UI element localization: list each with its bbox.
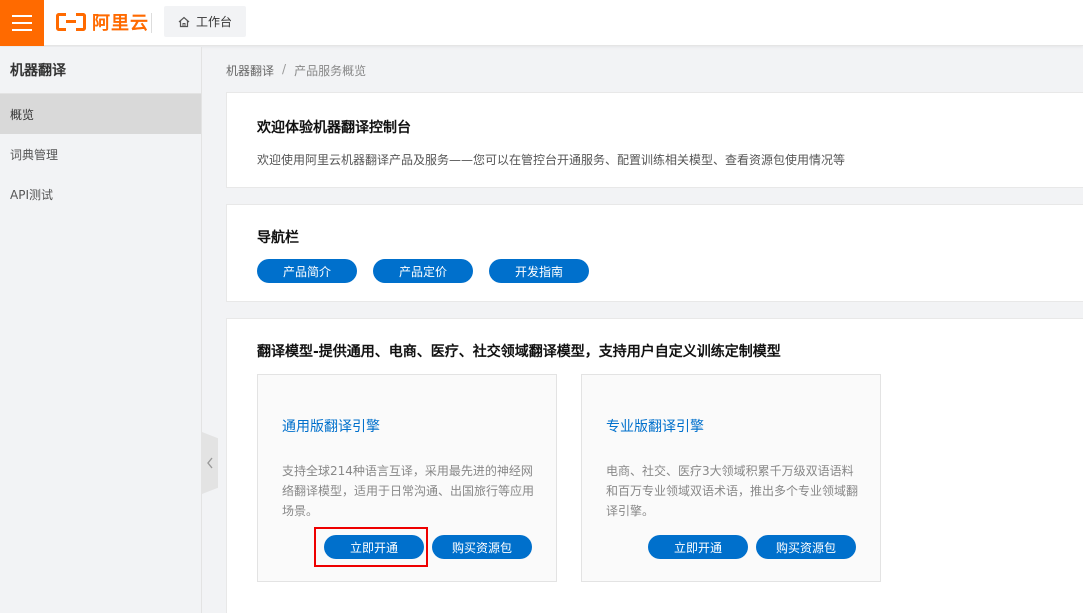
hamburger-menu-button[interactable] bbox=[0, 0, 44, 46]
workbench-label: 工作台 bbox=[195, 15, 232, 29]
hamburger-line bbox=[12, 15, 32, 17]
product-pricing-button[interactable]: 产品定价 bbox=[373, 259, 473, 283]
professional-engine-description: 电商、社交、医疗3大领域积累千万级双语语料和百万专业领域双语术语，推出多个专业领… bbox=[606, 464, 859, 518]
highlight-box bbox=[314, 527, 428, 567]
general-buy-package-button[interactable]: 购买资源包 bbox=[432, 535, 532, 559]
general-engine-title[interactable]: 通用版翻译引擎 bbox=[282, 416, 380, 436]
sidebar-title: 机器翻译 bbox=[0, 47, 201, 94]
chevron-left-icon bbox=[207, 457, 213, 469]
divider bbox=[151, 13, 152, 33]
professional-engine-title[interactable]: 专业版翻译引擎 bbox=[606, 416, 704, 436]
sidebar-item-dictionary[interactable]: 词典管理 bbox=[0, 134, 201, 174]
top-bar: 阿里云 工作台 bbox=[0, 0, 1083, 46]
navigation-title: 导航栏 bbox=[257, 230, 299, 246]
workbench-button[interactable]: 工作台 bbox=[164, 6, 246, 37]
sidebar: 机器翻译 概览 词典管理 API测试 bbox=[0, 47, 202, 613]
product-intro-button[interactable]: 产品简介 bbox=[257, 259, 357, 283]
breadcrumb-separator: / bbox=[282, 62, 287, 76]
sidebar-item-overview[interactable]: 概览 bbox=[0, 94, 201, 134]
translation-models-card: 翻译模型-提供通用、电商、医疗、社交领域翻译模型，支持用户自定义训练定制模型 通… bbox=[226, 318, 1083, 613]
professional-engine-card: 专业版翻译引擎 电商、社交、医疗3大领域积累千万级双语语料和百万专业领域双语术语… bbox=[581, 374, 881, 582]
models-title: 翻译模型-提供通用、电商、医疗、社交领域翻译模型，支持用户自定义训练定制模型 bbox=[257, 344, 781, 360]
aliyun-logo[interactable]: 阿里云 bbox=[56, 10, 149, 34]
breadcrumb-item-machine-translation[interactable]: 机器翻译 bbox=[226, 62, 274, 79]
welcome-title: 欢迎体验机器翻译控制台 bbox=[257, 120, 411, 136]
welcome-card: 欢迎体验机器翻译控制台 欢迎使用阿里云机器翻译产品及服务——您可以在管控台开通服… bbox=[226, 92, 1083, 188]
professional-buy-package-button[interactable]: 购买资源包 bbox=[756, 535, 856, 559]
aliyun-logo-icon bbox=[56, 13, 86, 31]
hamburger-line bbox=[12, 29, 32, 31]
general-engine-card: 通用版翻译引擎 支持全球214种语言互译，采用最先进的神经网络翻译模型，适用于日… bbox=[257, 374, 557, 582]
developer-guide-button[interactable]: 开发指南 bbox=[489, 259, 589, 283]
navigation-card: 导航栏 产品简介 产品定价 开发指南 bbox=[226, 204, 1083, 302]
breadcrumb: 机器翻译 / 产品服务概览 bbox=[226, 62, 366, 79]
professional-activate-button[interactable]: 立即开通 bbox=[648, 535, 748, 559]
sidebar-item-api-test[interactable]: API测试 bbox=[0, 174, 201, 214]
logo-text: 阿里云 bbox=[92, 13, 149, 34]
breadcrumb-item-overview: 产品服务概览 bbox=[294, 64, 367, 78]
general-engine-description: 支持全球214种语言互译，采用最先进的神经网络翻译模型，适用于日常沟通、出国旅行… bbox=[282, 464, 535, 518]
hamburger-line bbox=[12, 22, 32, 24]
home-icon bbox=[178, 16, 190, 27]
welcome-description: 欢迎使用阿里云机器翻译产品及服务——您可以在管控台开通服务、配置训练相关模型、查… bbox=[257, 153, 846, 167]
sidebar-collapse-toggle[interactable] bbox=[202, 432, 218, 494]
